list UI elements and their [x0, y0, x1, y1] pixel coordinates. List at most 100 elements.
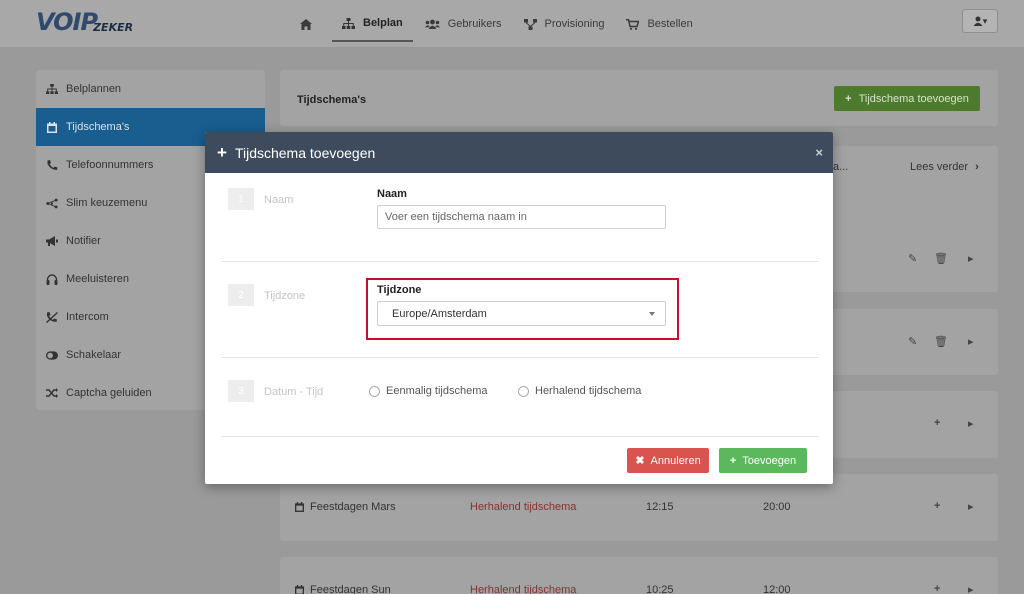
- headphones-icon: [46, 273, 58, 285]
- edit-icon[interactable]: ✎: [908, 252, 917, 265]
- branch-icon: [46, 198, 58, 208]
- add-schedule-button[interactable]: + Tijdschema toevoegen: [834, 86, 980, 111]
- plus-icon: +: [729, 454, 737, 467]
- schedule-type: Herhalend tijdschema: [470, 501, 577, 513]
- nav-gebruikers[interactable]: Gebruikers: [415, 6, 512, 42]
- step-label: Naam: [264, 194, 294, 206]
- expand-arrow-icon[interactable]: ▸: [968, 335, 974, 348]
- nav-belplan-label: Belplan: [363, 17, 403, 29]
- schedule-name: Feestdagen Sun: [295, 584, 391, 594]
- schedule-end-time: 20:00: [763, 501, 791, 513]
- step-label: Tijdzone: [264, 290, 306, 302]
- modal-header: + Tijdschema toevoegen ×: [205, 132, 833, 173]
- main-nav: Belplan Gebruikers Provisioning Bestelle…: [290, 0, 705, 48]
- radio-herhalend-label: Herhalend tijdschema: [535, 385, 642, 397]
- nav-bestellen[interactable]: Bestellen: [616, 6, 702, 42]
- network-icon: [523, 18, 537, 30]
- phone-slash-icon: [46, 311, 58, 323]
- sidebar-item-belplannen[interactable]: Belplannen: [36, 70, 265, 108]
- schedule-name-input[interactable]: [377, 205, 666, 229]
- page-title: Tijdschema's: [297, 94, 367, 106]
- radio-eenmalig[interactable]: Eenmalig tijdschema: [369, 385, 488, 397]
- calendar-icon: [295, 502, 304, 512]
- content-header: Tijdschema's + Tijdschema toevoegen: [280, 70, 998, 126]
- nav-home[interactable]: [290, 6, 330, 42]
- sidebar-item-label: Schakelaar: [66, 349, 122, 361]
- sidebar-item-label: Slim keuzemenu: [66, 197, 148, 209]
- plus-icon[interactable]: +: [934, 583, 940, 594]
- users-icon: [424, 19, 440, 29]
- schedule-end-time: 12:00: [763, 584, 791, 594]
- schedule-row[interactable]: Feestdagen Sun Herhalend tijdschema 10:2…: [280, 557, 998, 594]
- schedule-name: Feestdagen Mars: [295, 501, 396, 513]
- truncated-text: a...: [833, 161, 849, 173]
- schedule-start-time: 12:15: [646, 501, 674, 513]
- step-label: Datum - Tijd: [264, 386, 324, 398]
- add-button-label: Toevoegen: [742, 454, 797, 467]
- add-schedule-button-label: Tijdschema toevoegen: [858, 92, 969, 105]
- nav-belplan[interactable]: Belplan: [332, 6, 413, 42]
- sitemap-icon: [46, 84, 58, 94]
- sidebar-item-label: Captcha geluiden: [66, 387, 152, 399]
- schedule-row[interactable]: Feestdagen Mars Herhalend tijdschema 12:…: [280, 474, 998, 541]
- sidebar-item-label: Telefoonnummers: [66, 159, 154, 171]
- radio-circle[interactable]: [518, 385, 529, 397]
- trash-icon[interactable]: 🗑: [934, 335, 948, 348]
- toggle-icon: [46, 350, 58, 360]
- cart-icon: [626, 18, 640, 30]
- step-datum-tijd: 3 Datum - Tijd Eenmalig tijdschema Herha…: [221, 358, 819, 436]
- sidebar-item-label: Intercom: [66, 311, 109, 323]
- close-icon: ✖: [635, 455, 645, 467]
- sidebar-item-label: Notifier: [66, 235, 101, 247]
- nav-provisioning[interactable]: Provisioning: [514, 6, 615, 42]
- expand-arrow-icon[interactable]: ▸: [968, 252, 974, 265]
- home-icon: [300, 18, 312, 30]
- step-number: 2: [228, 284, 254, 306]
- sidebar-item-label: Belplannen: [66, 83, 122, 95]
- trash-icon[interactable]: 🗑: [934, 252, 948, 265]
- highlight-annotation: [366, 278, 679, 340]
- step-number: 1: [228, 188, 254, 210]
- sitemap-icon: [342, 17, 355, 29]
- schedule-name-label: Feestdagen Sun: [310, 584, 391, 594]
- calendar-icon: [47, 121, 57, 133]
- logo-main-text: VOIP: [36, 8, 98, 36]
- nav-gebruikers-label: Gebruikers: [447, 18, 502, 30]
- schedule-start-time: 10:25: [646, 584, 674, 594]
- radio-circle[interactable]: [369, 385, 380, 397]
- chevron-right-icon: ›: [975, 161, 979, 173]
- logo-sub-text: ZEKER: [93, 21, 134, 34]
- step-number: 3: [228, 380, 254, 402]
- name-field-label: Naam: [377, 188, 407, 200]
- add-button[interactable]: + Toevoegen: [719, 448, 807, 473]
- sidebar-item-label: Tijdschema's: [66, 121, 130, 133]
- plus-icon[interactable]: +: [934, 500, 940, 512]
- radio-eenmalig-label: Eenmalig tijdschema: [386, 385, 488, 397]
- lees-verder-link[interactable]: Lees verder ›: [910, 161, 979, 173]
- cancel-button[interactable]: ✖ Annuleren: [627, 448, 709, 473]
- radio-herhalend[interactable]: Herhalend tijdschema: [518, 385, 641, 397]
- user-icon: [973, 16, 983, 26]
- top-navbar: VOIP ZEKER Belplan Gebruikers Provisioni…: [0, 0, 1024, 48]
- edit-icon[interactable]: ✎: [908, 335, 917, 348]
- shuffle-icon: [46, 388, 58, 398]
- expand-arrow-icon[interactable]: ▸: [968, 583, 974, 594]
- step-naam: 1 Naam Naam: [221, 173, 819, 261]
- plus-icon: +: [845, 92, 852, 105]
- divider: [221, 436, 819, 437]
- close-icon[interactable]: ×: [815, 145, 823, 160]
- chevron-down-icon: ▾: [982, 15, 988, 26]
- cancel-button-label: Annuleren: [650, 454, 701, 467]
- expand-arrow-icon[interactable]: ▸: [968, 500, 974, 513]
- schedule-type: Herhalend tijdschema: [470, 584, 577, 594]
- sidebar-item-label: Meeluisteren: [66, 273, 129, 285]
- plus-icon[interactable]: +: [934, 417, 940, 429]
- voipzeker-logo[interactable]: VOIP ZEKER: [36, 8, 133, 36]
- user-menu-button[interactable]: ▾: [962, 9, 998, 33]
- phone-icon: [47, 159, 58, 170]
- nav-provisioning-label: Provisioning: [544, 18, 605, 30]
- bullhorn-icon: [46, 235, 58, 246]
- calendar-icon: [295, 585, 304, 594]
- modal-title-label: Tijdschema toevoegen: [234, 144, 376, 161]
- expand-arrow-icon[interactable]: ▸: [968, 417, 974, 430]
